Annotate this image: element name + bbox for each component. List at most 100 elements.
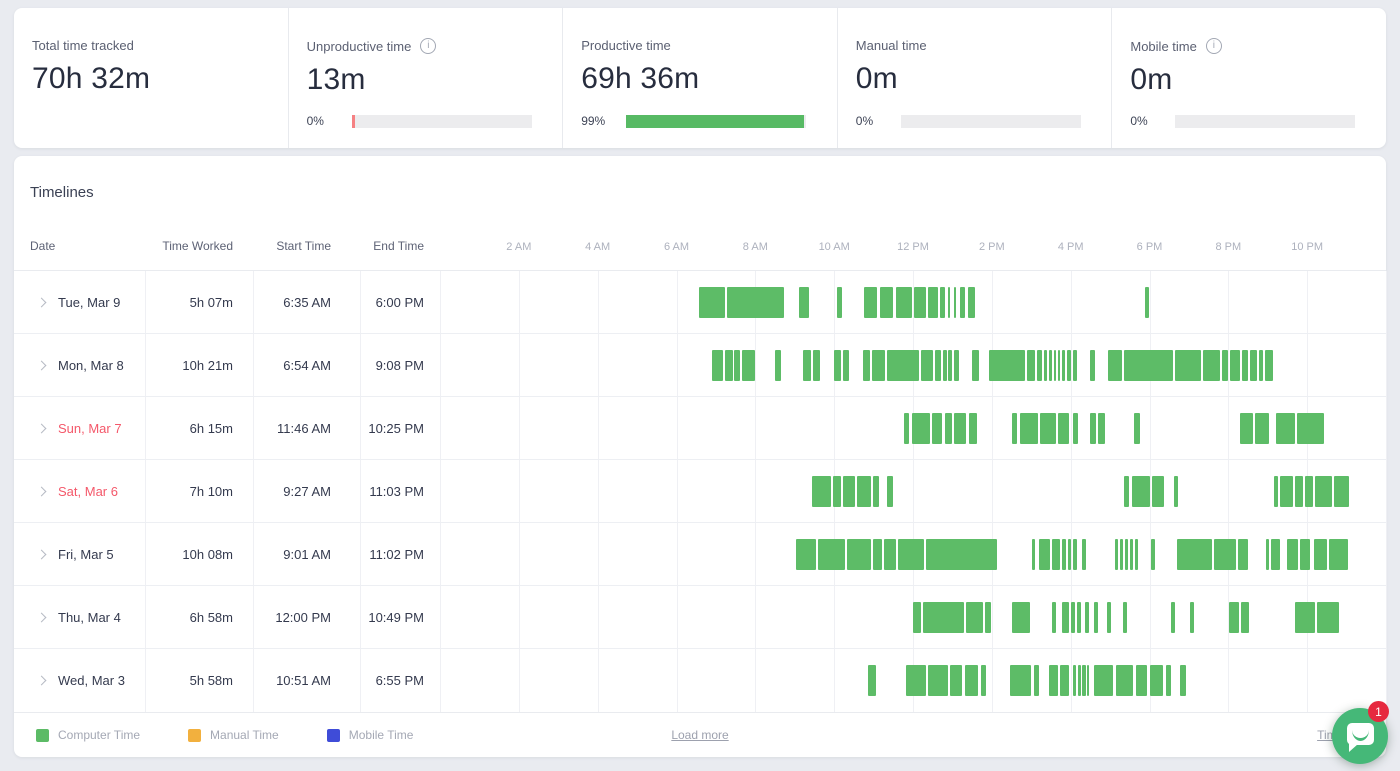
- time-bar: [1052, 539, 1060, 570]
- time-bar: [880, 287, 893, 318]
- time-bar: [1174, 476, 1178, 507]
- timeline-row[interactable]: Mon, Mar 8 10h 21m 6:54 AM 9:08 PM: [14, 334, 1386, 397]
- time-bar: [1040, 413, 1055, 444]
- time-bar: [1295, 476, 1304, 507]
- time-bar: [1315, 476, 1332, 507]
- percent-label: 0%: [1130, 114, 1175, 128]
- card-title: Timelines: [30, 184, 94, 201]
- chevron-right-icon[interactable]: [37, 298, 47, 308]
- timeline-footer: Computer Time Manual Time Mobile Time Lo…: [14, 712, 1386, 757]
- row-start-time: 9:01 AM: [253, 523, 331, 586]
- timelines-card: Timelines Date Time Worked Start Time En…: [14, 156, 1386, 757]
- time-bar: [1151, 539, 1154, 570]
- time-bar: [1073, 350, 1077, 381]
- time-bar: [1107, 602, 1111, 633]
- time-bar: [1124, 350, 1173, 381]
- time-bar: [712, 350, 723, 381]
- time-bar: [1175, 350, 1201, 381]
- stat-value: 0m: [1130, 63, 1362, 97]
- timeline-row[interactable]: Fri, Mar 5 10h 08m 9:01 AM 11:02 PM: [14, 523, 1386, 586]
- time-bar: [928, 665, 947, 696]
- time-bar: [887, 476, 893, 507]
- row-date: Sat, Mar 6: [58, 460, 118, 523]
- info-icon[interactable]: i: [1206, 38, 1222, 54]
- progress-tick: [352, 115, 355, 128]
- time-bar: [873, 476, 879, 507]
- time-bar: [1180, 665, 1186, 696]
- percent-label: 0%: [856, 114, 901, 128]
- time-bar: [981, 665, 986, 696]
- time-bar: [1073, 665, 1076, 696]
- row-end-time: 11:03 PM: [346, 460, 424, 523]
- time-bar: [1067, 350, 1071, 381]
- time-bar: [873, 539, 882, 570]
- table-header: Date Time Worked Start Time End Time 2 A…: [14, 222, 1386, 271]
- time-bar: [1071, 602, 1075, 633]
- chevron-right-icon[interactable]: [37, 487, 47, 497]
- hours-scale: 2 AM4 AM6 AM8 AM10 AM12 PM2 PM4 PM6 PM8 …: [440, 222, 1386, 270]
- chevron-right-icon[interactable]: [37, 424, 47, 434]
- time-bar: [1222, 350, 1229, 381]
- time-bar: [1259, 350, 1263, 381]
- time-bar: [1276, 413, 1295, 444]
- column-header-date: Date: [30, 239, 55, 253]
- time-bar: [1255, 413, 1269, 444]
- time-bar: [1020, 413, 1038, 444]
- progress-track: [901, 115, 1081, 128]
- time-bar: [1090, 350, 1095, 381]
- time-bar: [1058, 413, 1069, 444]
- time-bar: [1060, 665, 1069, 696]
- timeline-row[interactable]: Sat, Mar 6 7h 10m 9:27 AM 11:03 PM: [14, 460, 1386, 523]
- time-bar: [1145, 287, 1149, 318]
- time-bar: [1062, 350, 1065, 381]
- time-bar: [1150, 665, 1163, 696]
- row-timeline-track: [440, 523, 1386, 586]
- chevron-right-icon[interactable]: [37, 676, 47, 686]
- time-bar: [1054, 350, 1056, 381]
- time-bar: [923, 602, 964, 633]
- stat-mobile-time: Mobile time i 0m 0%: [1112, 8, 1386, 148]
- row-date: Wed, Mar 3: [58, 649, 125, 712]
- row-start-time: 6:54 AM: [253, 334, 331, 397]
- time-bar: [699, 287, 724, 318]
- time-bar: [1171, 602, 1175, 633]
- row-date: Thu, Mar 4: [58, 586, 121, 649]
- time-bar: [1266, 539, 1269, 570]
- time-bar: [868, 665, 876, 696]
- time-bar: [799, 287, 808, 318]
- time-bar: [887, 350, 919, 381]
- time-bar: [1214, 539, 1236, 570]
- time-bar: [1130, 539, 1133, 570]
- time-bar: [950, 665, 962, 696]
- time-bar: [1120, 539, 1123, 570]
- row-start-time: 10:51 AM: [253, 649, 331, 712]
- timeline-row[interactable]: Tue, Mar 9 5h 07m 6:35 AM 6:00 PM: [14, 271, 1386, 334]
- time-bar: [1108, 350, 1122, 381]
- time-bar: [1087, 665, 1089, 696]
- timeline-row[interactable]: Wed, Mar 3 5h 58m 10:51 AM 6:55 PM: [14, 649, 1386, 712]
- time-bar: [843, 476, 854, 507]
- time-bar: [1135, 539, 1138, 570]
- time-bar: [1274, 476, 1279, 507]
- time-bar: [1314, 539, 1327, 570]
- time-bar: [904, 413, 909, 444]
- time-bar: [1240, 413, 1253, 444]
- chevron-right-icon[interactable]: [37, 550, 47, 560]
- timeline-row[interactable]: Sun, Mar 7 6h 15m 11:46 AM 10:25 PM: [14, 397, 1386, 460]
- info-icon[interactable]: i: [420, 38, 436, 54]
- time-bar: [1152, 476, 1164, 507]
- stat-productive-time: Productive time 69h 36m 99%: [563, 8, 838, 148]
- time-bar: [1115, 539, 1118, 570]
- time-bar: [742, 350, 754, 381]
- time-bar: [1052, 602, 1056, 633]
- time-bar: [857, 476, 871, 507]
- time-bar: [843, 350, 849, 381]
- timeline-row[interactable]: Thu, Mar 4 6h 58m 12:00 PM 10:49 PM: [14, 586, 1386, 649]
- chat-unread-badge: 1: [1368, 701, 1389, 722]
- time-bar: [1287, 539, 1298, 570]
- stat-label: Mobile time: [1130, 39, 1196, 54]
- time-bar: [948, 350, 952, 381]
- load-more-link[interactable]: Load more: [671, 728, 728, 742]
- chevron-right-icon[interactable]: [37, 613, 47, 623]
- chevron-right-icon[interactable]: [37, 361, 47, 371]
